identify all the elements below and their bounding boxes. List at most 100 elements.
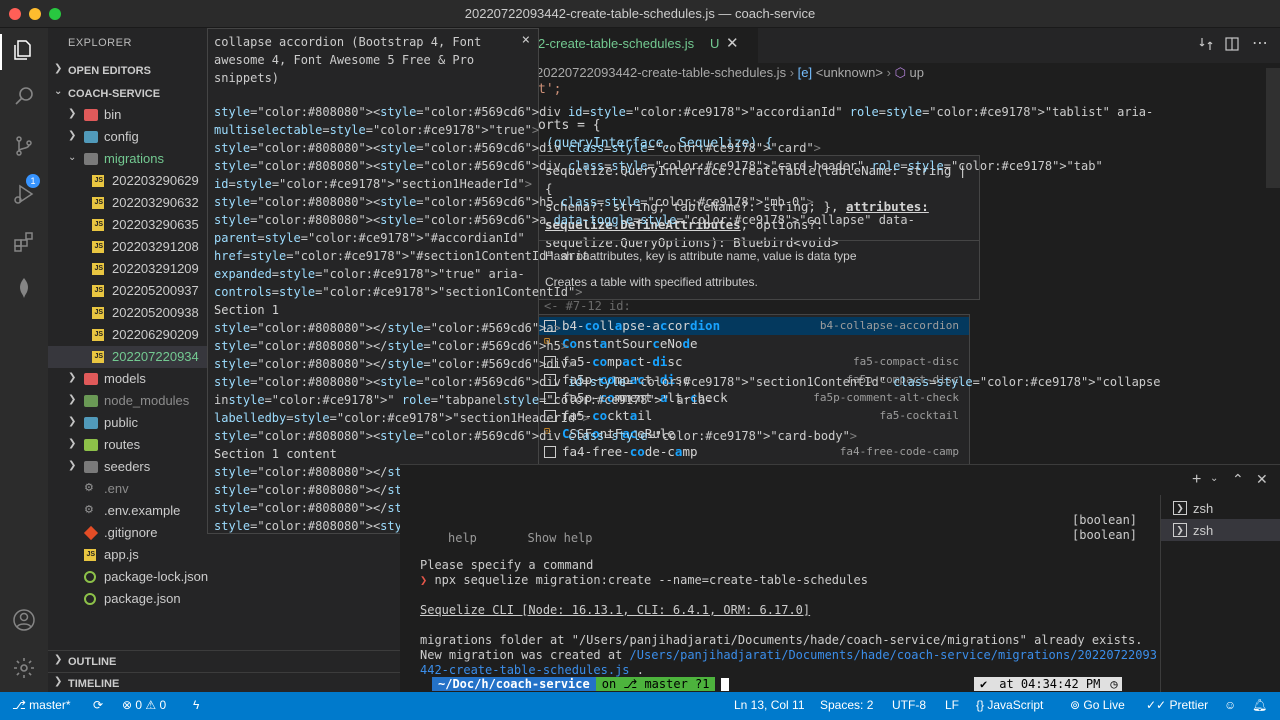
folder-open-icon: [84, 153, 98, 165]
chevron-right-icon: ❯: [54, 676, 63, 687]
check-icon: ✔: [974, 677, 994, 691]
breadcrumb-unknown[interactable]: <unknown>: [816, 65, 883, 80]
terminal-text: 442-create-table-schedules.js .: [420, 663, 644, 677]
tree-file-app-js[interactable]: JS app.js: [48, 544, 400, 566]
mongodb-leaf-icon[interactable]: [12, 276, 36, 300]
terminal-tab[interactable]: ❯ zsh: [1161, 497, 1280, 519]
suggest-item[interactable]: fa5-compact-disc fa5-compact-disc: [539, 353, 969, 371]
extensions-icon[interactable]: [12, 230, 36, 254]
settings-gear-icon[interactable]: [12, 656, 36, 680]
compare-changes-icon[interactable]: [1198, 36, 1214, 55]
problems-indicator[interactable]: ⊗ 0 ⚠ 0: [122, 698, 166, 712]
snippet-code-line: style="color:#808080"><style="color:#569…: [214, 429, 858, 443]
check-all-icon: ✓✓: [1146, 698, 1170, 712]
language-mode[interactable]: {} JavaScript: [976, 698, 1043, 712]
folder-icon: [84, 439, 98, 451]
terminal-panel: + ⌄ ⌃ ✕ [boolean] [boolean] help Show he…: [400, 464, 1280, 693]
plus-icon[interactable]: +: [1192, 471, 1201, 489]
go-live-button[interactable]: ⊚ Go Live: [1070, 698, 1125, 712]
sync-icon[interactable]: ⟳: [93, 698, 103, 712]
line-ending[interactable]: LF: [945, 698, 959, 712]
chevron-up-icon[interactable]: ⌃: [1232, 471, 1244, 488]
outline-section[interactable]: ❯ OUTLINE: [48, 650, 400, 672]
account-icon[interactable]: [12, 608, 36, 632]
snippet-title: collapse accordion (Bootstrap 4, Font aw…: [214, 35, 482, 85]
bell-icon[interactable]: 🔔︎: [1252, 698, 1267, 712]
tab-active-file[interactable]: 2-create-table-schedules.js U ✕: [538, 28, 758, 63]
close-icon[interactable]: ×: [522, 32, 530, 48]
folder-icon: [84, 109, 98, 121]
folder-icon: [84, 373, 98, 385]
snippet-detail-panel: collapse accordion (Bootstrap 4, Font aw…: [207, 28, 1160, 534]
snippet-code-line: style="color:#808080"><style="color:#569…: [214, 105, 1154, 119]
method-icon: ⬡: [894, 65, 906, 80]
run-debug-icon[interactable]: [12, 182, 36, 206]
folder-icon: [84, 417, 98, 429]
snippet-code-line: Section 1 content: [214, 447, 337, 461]
prompt-path: ~/Doc/h/coach-service: [432, 677, 596, 691]
chevron-down-icon[interactable]: ⌄: [1210, 473, 1218, 484]
suggest-item[interactable]: ⊡ ConstantSourceNode: [539, 335, 969, 353]
git-file-icon: [83, 525, 99, 541]
explorer-icon[interactable]: [12, 38, 36, 62]
encoding[interactable]: UTF-8: [892, 698, 926, 712]
terminal-cursor: [721, 678, 730, 691]
close-icon[interactable]: ✕: [1256, 471, 1268, 488]
search-icon[interactable]: [12, 84, 36, 108]
tree-file-package-lock[interactable]: package-lock.json: [48, 566, 400, 588]
snippet-code-line: style="color:#808080"></style="color:#56…: [214, 357, 576, 371]
tab-status: U: [710, 36, 720, 51]
divider: [539, 240, 979, 241]
tree-file-package-json[interactable]: package.json: [48, 588, 400, 610]
breadcrumb-file[interactable]: 20220722093442-create-table-schedules.js: [536, 65, 786, 80]
braces-icon: [e]: [797, 65, 813, 80]
json-file-icon: [84, 593, 96, 605]
suggest-item[interactable]: b4-collapse-accordion b4-collapse-accord…: [539, 317, 969, 335]
suggest-item[interactable]: fa5-cocktail fa5-cocktail: [539, 407, 969, 425]
terminal-icon: ❯: [1173, 501, 1187, 515]
cursor-position[interactable]: Ln 13, Col 11: [734, 698, 805, 712]
js-file-icon: JS: [92, 241, 104, 253]
js-file-icon: JS: [92, 285, 104, 297]
lightning-icon[interactable]: ϟ: [193, 698, 199, 712]
suggest-item[interactable]: fa4-free-code-camp fa4-free-code-camp: [539, 443, 969, 461]
breadcrumb-up[interactable]: up: [910, 65, 924, 80]
prettier-button[interactable]: ✓✓ Prettier: [1146, 698, 1208, 712]
chevron-right-icon: ❯: [68, 416, 77, 427]
js-file-icon: JS: [92, 175, 104, 187]
chevron-right-icon: ❯: [68, 438, 77, 449]
feedback-icon[interactable]: ☺: [1224, 698, 1236, 712]
terminal-tab-active[interactable]: ❯ zsh: [1161, 519, 1280, 541]
snippet-code-line: labelledby=style="color:#ce9178">"sectio…: [214, 411, 590, 425]
js-file-icon: JS: [92, 307, 104, 319]
close-icon[interactable]: ✕: [726, 34, 739, 52]
warning-icon: ⚠: [145, 698, 160, 712]
split-editor-icon[interactable]: [1224, 36, 1240, 55]
active-indicator: [0, 34, 2, 70]
indentation[interactable]: Spaces: 2: [820, 698, 873, 712]
clock-icon: ◷: [1106, 677, 1122, 691]
snippet-icon: [544, 446, 556, 458]
folder-icon: [84, 395, 98, 407]
editor-scrollbar[interactable]: [1266, 68, 1280, 188]
terminal-prompt: ~/Doc/h/coach-service on ⎇ master ?1: [420, 677, 730, 693]
snippet-code-line: style="color:#808080"><style="color:#569…: [214, 213, 915, 227]
chevron-down-icon: ⌄: [54, 86, 63, 97]
chevron-right-icon: ❯: [54, 63, 63, 74]
js-file-icon: JS: [92, 263, 104, 275]
activity-bar: 1: [0, 28, 48, 692]
snippet-code-line: id=style="color:#ce9178">"section1Header…: [214, 177, 532, 191]
js-file-icon: JS: [84, 549, 96, 561]
code-line[interactable]: t';: [538, 82, 561, 97]
more-actions-icon[interactable]: ⋯: [1252, 33, 1269, 53]
error-icon: ⊗: [122, 698, 136, 712]
prompt-time: at 04:34:42 PM: [993, 677, 1107, 691]
snippet-code-line: style="color:#808080"><style="color:#569…: [214, 375, 1161, 389]
gear-file-icon: ⚙: [84, 482, 94, 494]
snippet-code-line: style="color:#808080"></style="color:#56…: [214, 321, 561, 335]
title-bar: 20220722093442-create-table-schedules.js…: [0, 0, 1280, 28]
branch-indicator[interactable]: ⎇ master*: [12, 698, 71, 712]
source-control-icon[interactable]: [12, 134, 36, 158]
terminal-command: ❯ npx sequelize migration:create --name=…: [420, 573, 868, 587]
timeline-section[interactable]: ❯ TIMELINE: [48, 672, 400, 694]
